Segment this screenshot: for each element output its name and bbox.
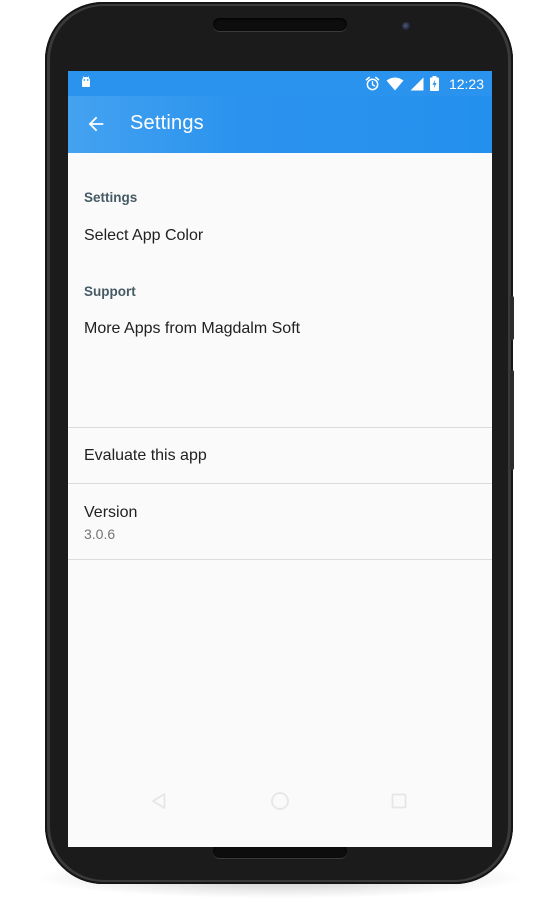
- pref-select-app-color[interactable]: Select App Color: [68, 213, 492, 257]
- stage: 12:23 Settings Settings Select App Color…: [0, 0, 559, 900]
- pref-title: Version: [84, 504, 138, 521]
- pref-version[interactable]: Version 3.0.6: [68, 484, 492, 560]
- recents-square-icon: [391, 793, 407, 809]
- back-button[interactable]: [82, 110, 110, 138]
- section-header-settings: Settings: [84, 190, 138, 205]
- app-bar: Settings: [68, 96, 492, 153]
- divider: [68, 559, 492, 560]
- alarm-icon: [365, 76, 380, 91]
- battery-charging-icon: [429, 76, 439, 91]
- android-icon: [82, 76, 90, 87]
- front-camera: [402, 22, 411, 31]
- pref-title: Evaluate this app: [84, 447, 207, 464]
- volume-button: [510, 296, 514, 340]
- page-title: Settings: [130, 112, 204, 134]
- navigation-bar: [68, 776, 492, 826]
- nav-back-button[interactable]: [148, 790, 170, 812]
- status-bar: 12:23: [68, 71, 492, 96]
- nav-recents-button[interactable]: [388, 790, 410, 812]
- wifi-icon: [386, 77, 404, 90]
- home-circle-icon: [271, 792, 289, 810]
- pref-evaluate-app[interactable]: Evaluate this app: [68, 428, 492, 484]
- section-header-support: Support: [84, 284, 136, 299]
- pref-summary: 3.0.6: [84, 526, 116, 542]
- power-button: [510, 370, 514, 470]
- pref-more-apps[interactable]: More Apps from Magdalm Soft: [68, 307, 492, 427]
- nav-home-button[interactable]: [269, 790, 291, 812]
- arrow-back-icon: [88, 116, 104, 132]
- signal-icon: [410, 77, 424, 90]
- back-triangle-icon: [152, 793, 166, 809]
- pref-title: More Apps from Magdalm Soft: [84, 320, 301, 337]
- screen: 12:23 Settings Settings Select App Color…: [68, 71, 492, 847]
- status-icons: 12:23: [365, 71, 484, 96]
- pref-title: Select App Color: [84, 227, 204, 244]
- status-time: 12:23: [448, 75, 484, 92]
- earpiece-speaker: [213, 18, 347, 31]
